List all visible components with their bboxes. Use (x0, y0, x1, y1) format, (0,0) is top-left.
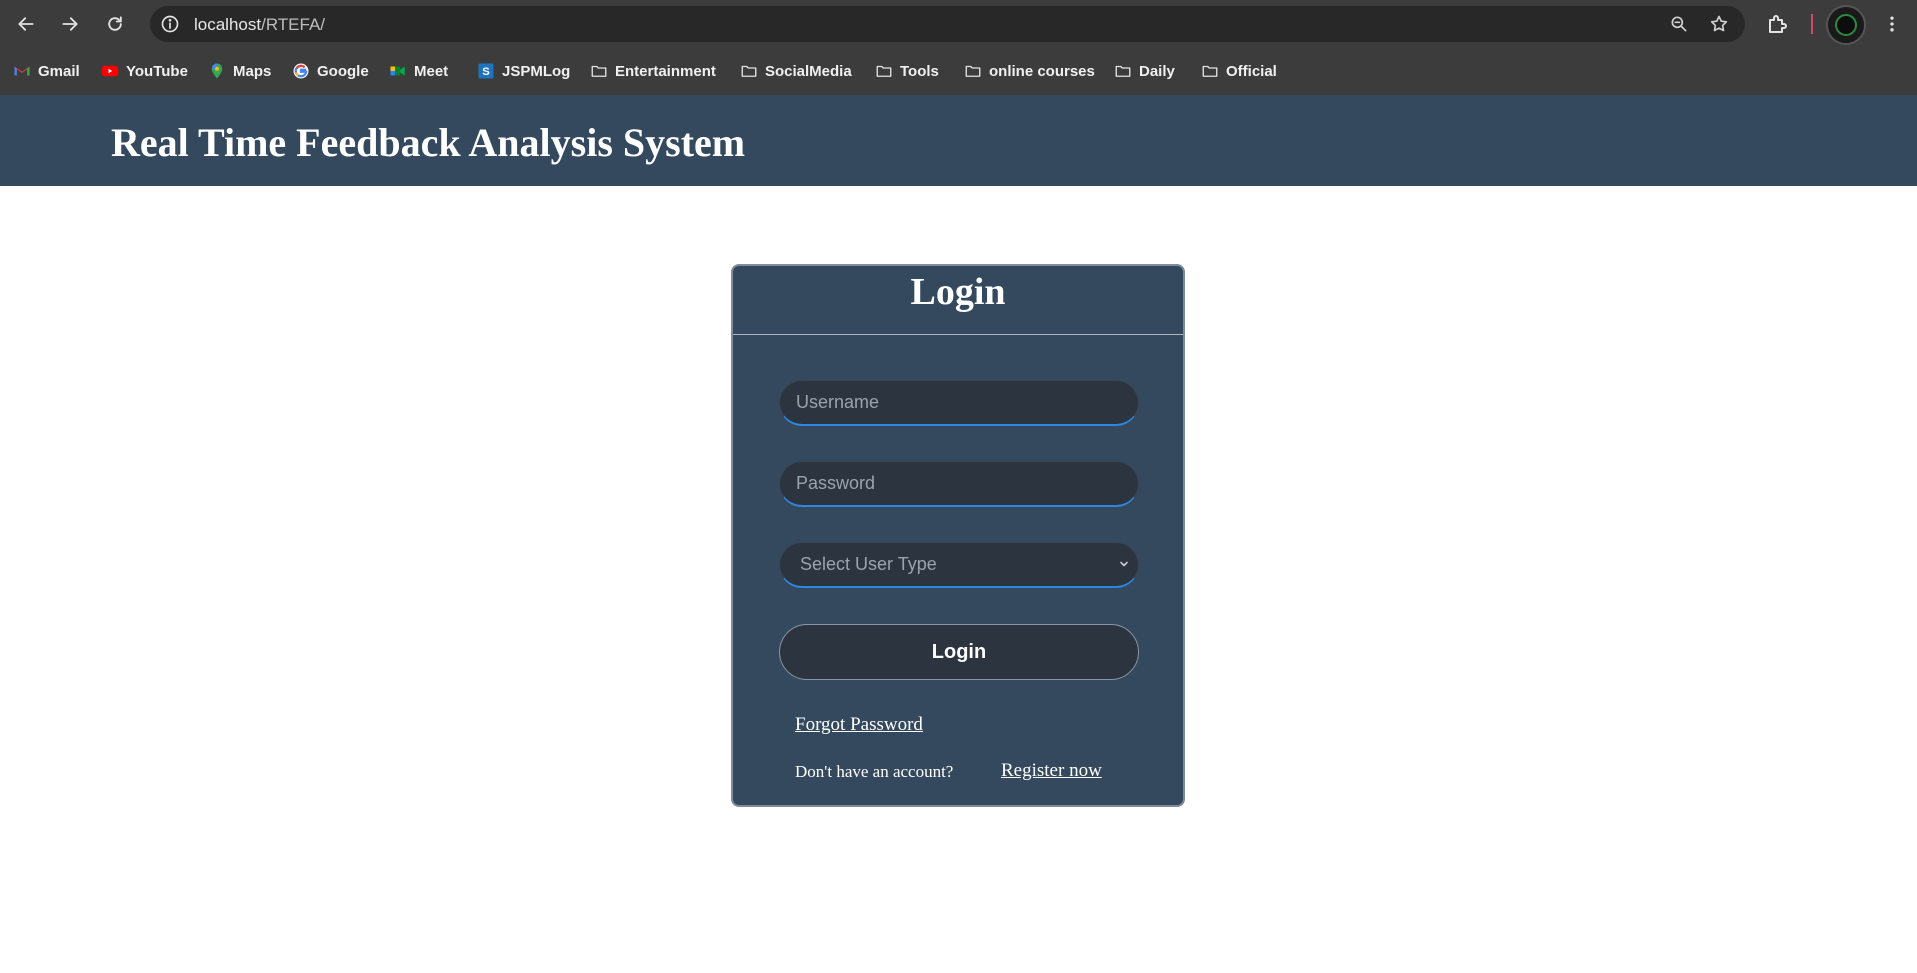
profile-image (1835, 14, 1857, 36)
bookmark-label: Gmail (38, 62, 80, 80)
back-button[interactable] (11, 10, 41, 38)
google-icon (292, 62, 310, 80)
bookmark-label: Entertainment (615, 62, 716, 80)
reload-icon (108, 16, 122, 31)
site-info-icon[interactable] (160, 14, 180, 34)
address-bar[interactable]: localhost/RTEFA/ (150, 6, 1745, 42)
svg-text:S: S (482, 66, 490, 78)
bookmark-label: Google (317, 62, 369, 80)
bookmark-label: online courses (989, 62, 1095, 80)
url-path: /RTEFA/ (261, 15, 326, 34)
app-title: Real Time Feedback Analysis System (111, 120, 746, 165)
no-account-text: Don't have an account? (795, 762, 954, 781)
login-button-label: Login (931, 640, 987, 663)
user-type-placeholder: Select User Type (800, 554, 937, 574)
folder-icon (1201, 62, 1219, 80)
folder-icon (590, 62, 608, 80)
app-header: Real Time Feedback Analysis System (0, 95, 1917, 186)
login-divider (733, 334, 1183, 335)
folder-icon (875, 62, 893, 80)
password-placeholder: Password (796, 473, 876, 493)
bookmark-jspmlog[interactable]: S JSPMLog (477, 58, 570, 84)
zoom-icon[interactable] (1669, 14, 1689, 34)
bookmark-folder-online-courses[interactable]: online courses (964, 58, 1095, 84)
register-link[interactable]: Register now (1001, 760, 1102, 782)
extensions-icon[interactable] (1766, 12, 1790, 36)
bookmark-folder-tools[interactable]: Tools (875, 58, 939, 84)
url-host: localhost (194, 15, 262, 34)
maps-icon (208, 62, 226, 80)
jspmlog-icon: S (477, 62, 495, 80)
address-url[interactable]: localhost/RTEFA/ (194, 15, 325, 35)
bookmark-maps[interactable]: Maps (208, 58, 271, 84)
meet-icon (389, 62, 407, 80)
browser-toolbar: localhost/RTEFA/ (0, 0, 1917, 48)
bookmarks-bar: Gmail YouTube Maps Google Meet S JSPMLog… (0, 58, 1917, 84)
forward-button[interactable] (55, 10, 85, 38)
bookmark-folder-daily[interactable]: Daily (1114, 58, 1175, 84)
folder-icon (1114, 62, 1132, 80)
bookmark-folder-entertainment[interactable]: Entertainment (590, 58, 716, 84)
chevron-down-icon (1120, 561, 1128, 567)
profile-avatar[interactable] (1826, 5, 1866, 45)
login-button[interactable]: Login (779, 624, 1139, 680)
bookmark-google[interactable]: Google (292, 58, 369, 84)
password-input[interactable]: Password (779, 461, 1139, 507)
user-type-select[interactable]: Select User Type (779, 542, 1139, 588)
bookmark-label: YouTube (126, 62, 188, 80)
arrow-right-icon (62, 17, 78, 31)
toolbar-divider (1811, 14, 1813, 34)
bookmark-label: Tools (900, 62, 939, 80)
folder-icon (740, 62, 758, 80)
login-title: Login (910, 271, 1006, 313)
kebab-menu-icon[interactable] (1882, 12, 1902, 36)
bookmark-label: Official (1226, 62, 1277, 80)
gmail-icon (13, 62, 31, 80)
bookmark-folder-official[interactable]: Official (1201, 58, 1277, 84)
bookmark-gmail[interactable]: Gmail (13, 58, 80, 84)
username-input[interactable]: Username (779, 380, 1139, 426)
arrow-left-icon (18, 17, 34, 31)
browser-chrome: localhost/RTEFA/ Gmail YouTube Maps Goog… (0, 0, 1917, 95)
bookmark-youtube[interactable]: YouTube (101, 58, 188, 84)
bookmark-label: SocialMedia (765, 62, 852, 80)
bookmark-folder-socialmedia[interactable]: SocialMedia (740, 58, 852, 84)
folder-icon (964, 62, 982, 80)
reload-button[interactable] (100, 10, 130, 38)
bookmark-meet[interactable]: Meet (389, 58, 448, 84)
bookmark-label: JSPMLog (502, 62, 571, 80)
bookmark-star-icon[interactable] (1709, 14, 1729, 34)
bookmark-label: Maps (233, 62, 272, 80)
forgot-password-link[interactable]: Forgot Password (795, 714, 923, 736)
youtube-icon (101, 62, 119, 80)
bookmark-label: Meet (414, 62, 449, 80)
bookmark-label: Daily (1139, 62, 1175, 80)
username-placeholder: Username (796, 392, 880, 412)
login-card: Login Username Password Select User Type… (731, 264, 1185, 807)
